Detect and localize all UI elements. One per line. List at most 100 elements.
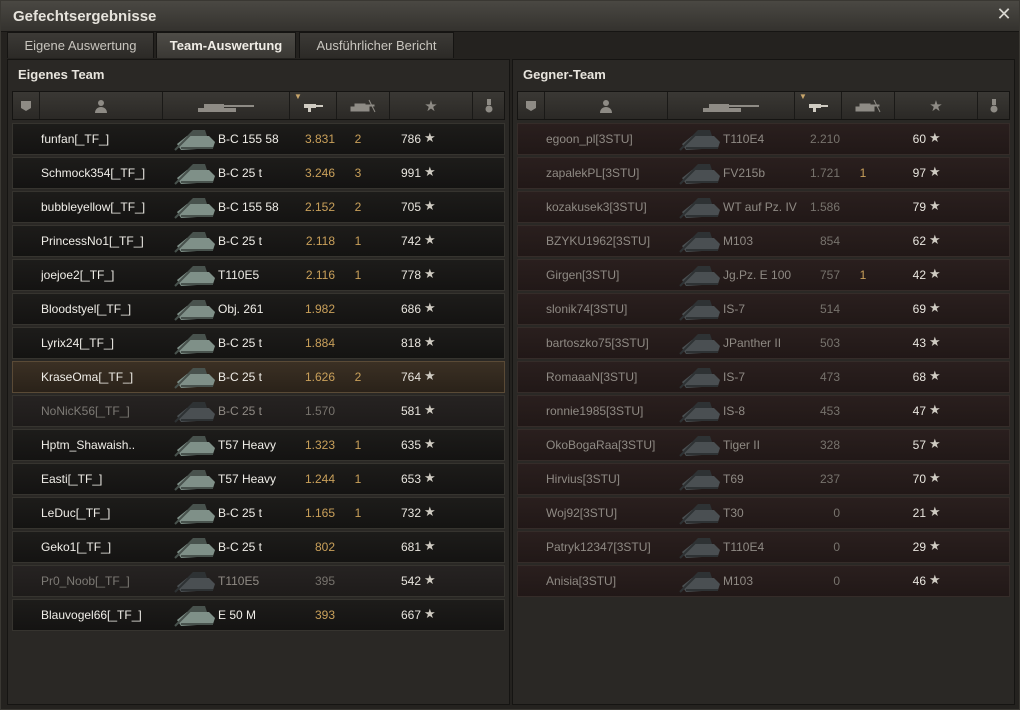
player-row[interactable]: Woj92[3STU] T30 0 21 ★: [517, 497, 1010, 529]
xp-column-header[interactable]: ★: [390, 92, 473, 119]
close-icon[interactable]: ✕: [995, 5, 1013, 23]
player-row[interactable]: BZYKU1962[3STU] M103 854 62 ★: [517, 225, 1010, 257]
tab-bar: Eigene Auswertung Team-Auswertung Ausfüh…: [7, 31, 1013, 59]
player-name: funfan[_TF_]: [41, 132, 110, 146]
tank-thumbnail: [173, 294, 219, 324]
medal-column-header[interactable]: [473, 92, 504, 119]
player-row[interactable]: PrincessNo1[_TF_] B-C 25 t 2.118 1 742 ★: [12, 225, 505, 257]
damage-value: 503: [819, 336, 840, 350]
tank-thumbnail: [173, 498, 219, 528]
player-row[interactable]: Hirvius[3STU] T69 237 70 ★: [517, 463, 1010, 495]
tank-thumbnail-icon: [174, 470, 215, 491]
player-row[interactable]: ronnie1985[3STU] IS-8 453 47 ★: [517, 395, 1010, 427]
tank-thumbnail: [173, 566, 219, 596]
xp-value: 97: [912, 166, 926, 180]
player-row[interactable]: LeDuc[_TF_] B-C 25 t 1.165 1 732 ★: [12, 497, 505, 529]
tank-thumbnail-icon: [174, 334, 215, 355]
damage-value: 3.246: [304, 166, 335, 180]
rank-icon: [526, 100, 536, 111]
player-name: slonik74[3STU]: [546, 302, 628, 316]
own-team-rows: funfan[_TF_] B-C 155 58 3.831 2 786 ★ Schmock3…: [12, 123, 505, 633]
player-row[interactable]: zapalekPL[3STU] FV215b 1.721 1 97 ★: [517, 157, 1010, 189]
player-row[interactable]: kozakusek3[3STU] WT auf Pz. IV 1.586 79 ★: [517, 191, 1010, 223]
xp-column-header[interactable]: ★: [895, 92, 978, 119]
damage-value: 1.323: [304, 438, 335, 452]
medal-column-header[interactable]: [978, 92, 1009, 119]
rank-column-header[interactable]: [13, 92, 40, 119]
xp-value: 786: [400, 132, 421, 146]
player-row[interactable]: bartoszko75[3STU] JPanther II 503 43 ★: [517, 327, 1010, 359]
xp-value: 42: [912, 268, 926, 282]
player-name: OkoBogaRaa[3STU]: [546, 438, 656, 452]
player-row[interactable]: Hptm_Shawaish.. T57 Heavy 1.323 1 635 ★: [12, 429, 505, 461]
frags-icon: [855, 99, 881, 112]
tank-thumbnail-icon: [679, 538, 720, 559]
player-row[interactable]: funfan[_TF_] B-C 155 58 3.831 2 786 ★: [12, 123, 505, 155]
window-title: Gefechtsergebnisse: [13, 8, 157, 25]
player-row[interactable]: Geko1[_TF_] B-C 25 t 802 681 ★: [12, 531, 505, 563]
enemy-team-column-header: ▼ ★: [517, 91, 1010, 120]
tank-column-header[interactable]: [163, 92, 290, 119]
player-row[interactable]: egoon_pl[3STU] T110E4 2.210 60 ★: [517, 123, 1010, 155]
star-icon: ★: [424, 266, 436, 281]
damage-icon: [809, 103, 828, 112]
frags-column-header[interactable]: [337, 92, 390, 119]
kills-value: 1: [354, 438, 362, 452]
player-column-header[interactable]: [545, 92, 668, 119]
star-icon: ★: [929, 470, 941, 485]
tank-thumbnail-icon: [174, 436, 215, 457]
tank-thumbnail-icon: [679, 232, 720, 253]
player-row[interactable]: OkoBogaRaa[3STU] Tiger II 328 57 ★: [517, 429, 1010, 461]
player-row[interactable]: Lyrix24[_TF_] B-C 25 t 1.884 818 ★: [12, 327, 505, 359]
tank-thumbnail-icon: [174, 198, 215, 219]
star-icon: ★: [424, 606, 436, 621]
player-column-header[interactable]: [40, 92, 163, 119]
kills-value: 1: [354, 472, 362, 486]
tank-thumbnail-icon: [174, 300, 215, 321]
player-row[interactable]: KraseOma[_TF_] B-C 25 t 1.626 2 764 ★: [12, 361, 505, 393]
player-row[interactable]: Patryk12347[3STU] T110E4 0 29 ★: [517, 531, 1010, 563]
star-icon: ★: [424, 130, 436, 145]
rank-column-header[interactable]: [518, 92, 545, 119]
frags-column-header[interactable]: [842, 92, 895, 119]
enemy-team-panel: Gegner-Team ▼ ★ egoon_pl[3STU] T110E4 2.…: [512, 59, 1015, 705]
player-row[interactable]: Bloodstyel[_TF_] Obj. 261 1.982 686 ★: [12, 293, 505, 325]
star-icon: ★: [929, 300, 941, 315]
player-row[interactable]: RomaaaN[3STU] IS-7 473 68 ★: [517, 361, 1010, 393]
player-row[interactable]: Blauvogel66[_TF_] E 50 M 393 667 ★: [12, 599, 505, 631]
player-name: bartoszko75[3STU]: [546, 336, 649, 350]
player-row[interactable]: Easti[_TF_] T57 Heavy 1.244 1 653 ★: [12, 463, 505, 495]
tank-thumbnail: [173, 158, 219, 188]
player-row[interactable]: Girgen[3STU] Jg.Pz. E 100 757 1 42 ★: [517, 259, 1010, 291]
enemy-team-title: Gegner-Team: [523, 67, 606, 82]
xp-value: 60: [912, 132, 926, 146]
player-row[interactable]: Anisia[3STU] M103 0 46 ★: [517, 565, 1010, 597]
tank-thumbnail: [173, 260, 219, 290]
player-row[interactable]: slonik74[3STU] IS-7 514 69 ★: [517, 293, 1010, 325]
player-row[interactable]: bubbleyellow[_TF_] B-C 155 58 2.152 2 705 ★: [12, 191, 505, 223]
damage-value: 1.626: [304, 370, 335, 384]
star-icon: ★: [424, 470, 436, 485]
tank-thumbnail: [678, 158, 724, 188]
player-name: Pr0_Noob[_TF_]: [41, 574, 130, 588]
tank-thumbnail: [173, 328, 219, 358]
damage-column-header[interactable]: ▼: [290, 92, 337, 119]
tab-ausfuehrlicher-bericht[interactable]: Ausführlicher Bericht: [299, 32, 454, 58]
player-row[interactable]: Pr0_Noob[_TF_] T110E5 395 542 ★: [12, 565, 505, 597]
player-row[interactable]: joejoe2[_TF_] T110E5 2.116 1 778 ★: [12, 259, 505, 291]
player-name: Anisia[3STU]: [546, 574, 617, 588]
tab-team-auswertung[interactable]: Team-Auswertung: [156, 32, 296, 58]
xp-value: 79: [912, 200, 926, 214]
tank-column-header[interactable]: [668, 92, 795, 119]
damage-value: 1.570: [304, 404, 335, 418]
player-row[interactable]: Schmock354[_TF_] B-C 25 t 3.246 3 991 ★: [12, 157, 505, 189]
damage-value: 3.831: [304, 132, 335, 146]
tab-eigene-auswertung[interactable]: Eigene Auswertung: [7, 32, 154, 58]
player-row[interactable]: NoNicK56[_TF_] B-C 25 t 1.570 581 ★: [12, 395, 505, 427]
tank-thumbnail: [173, 396, 219, 426]
damage-column-header[interactable]: ▼: [795, 92, 842, 119]
tank-thumbnail: [173, 600, 219, 630]
player-icon: [95, 99, 107, 113]
star-icon: ★: [929, 572, 941, 587]
star-icon: ★: [424, 504, 436, 519]
